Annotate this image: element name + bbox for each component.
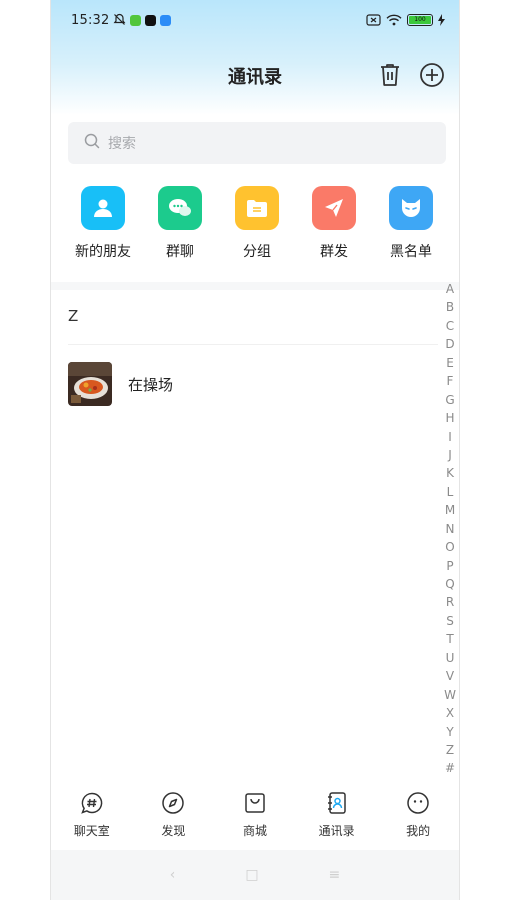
system-back-button[interactable]: ‹	[170, 867, 176, 883]
tiktok-notification-icon	[145, 14, 157, 26]
shopping-bag-icon	[243, 791, 267, 815]
paper-plane-icon	[312, 186, 356, 230]
system-menu-button[interactable]: ≡	[329, 867, 341, 883]
contact-item[interactable]: 在操场	[68, 361, 428, 407]
index-letter[interactable]: G	[445, 391, 454, 409]
index-letter[interactable]: C	[446, 317, 454, 335]
index-letter[interactable]: W	[444, 686, 456, 704]
phone-screen: 15:32 100 通讯录 搜索 新的朋友 群聊 分组 群发 黑名单 Z 在操场…	[50, 0, 460, 900]
index-letter[interactable]: L	[447, 483, 454, 501]
index-letter[interactable]: Y	[446, 723, 453, 741]
qa-label: 分组	[243, 244, 271, 260]
group-chat-button[interactable]: 群聊	[142, 186, 218, 261]
index-letter[interactable]: P	[446, 557, 453, 575]
section-divider	[51, 282, 459, 290]
compass-icon	[161, 791, 185, 815]
trash-icon	[381, 64, 399, 86]
index-letter[interactable]: B	[446, 298, 454, 316]
bottom-tab-bar: 聊天室 发现 商城 通讯录 我的	[51, 783, 459, 847]
index-letter[interactable]: H	[445, 409, 454, 427]
system-navigation: ‹ □ ≡	[51, 850, 459, 900]
status-left: 15:32	[71, 11, 172, 30]
delete-button[interactable]	[377, 62, 403, 88]
blocked-face-icon	[389, 186, 433, 230]
alphabet-index[interactable]: A B C D E F G H I J K L M N O P Q R S T …	[441, 280, 459, 778]
page-title: 通讯录	[228, 67, 282, 88]
index-letter[interactable]: #	[445, 759, 455, 777]
index-letter[interactable]: N	[446, 520, 455, 538]
person-icon	[81, 186, 125, 230]
battery-indicator: 100	[407, 14, 433, 26]
app-notification-icon	[130, 14, 142, 26]
groups-button[interactable]: 分组	[219, 186, 295, 261]
broadcast-button[interactable]: 群发	[296, 186, 372, 261]
header: 通讯录	[51, 58, 459, 94]
wifi-icon	[386, 11, 402, 30]
index-letter[interactable]: R	[446, 593, 454, 611]
index-letter[interactable]: T	[446, 630, 453, 648]
tab-label: 通讯录	[318, 824, 355, 838]
folder-icon	[235, 186, 279, 230]
blacklist-button[interactable]: 黑名单	[373, 186, 449, 261]
tab-contacts[interactable]: 通讯录	[296, 783, 378, 847]
index-letter[interactable]: J	[448, 446, 452, 464]
index-letter[interactable]: U	[446, 649, 455, 667]
qa-label: 黑名单	[390, 244, 432, 260]
battery-level: 100	[409, 16, 431, 24]
section-line	[68, 344, 438, 345]
message-notification-icon	[160, 14, 172, 26]
index-letter[interactable]: I	[448, 428, 452, 446]
tab-label: 发现	[161, 824, 186, 838]
qa-label: 群聊	[166, 244, 194, 260]
section-header: Z	[68, 307, 79, 325]
contacts-book-icon	[325, 791, 349, 815]
search-input[interactable]: 搜索	[108, 133, 136, 153]
index-letter[interactable]: X	[446, 704, 454, 722]
index-letter[interactable]: E	[446, 354, 454, 372]
index-letter[interactable]: Z	[446, 741, 454, 759]
tab-discover[interactable]: 发现	[133, 783, 215, 847]
quick-actions: 新的朋友 群聊 分组 群发 黑名单	[65, 186, 449, 261]
tab-me[interactable]: 我的	[377, 783, 459, 847]
status-bar: 15:32 100	[51, 8, 459, 32]
mute-bell-icon	[113, 11, 126, 30]
index-letter[interactable]: O	[445, 538, 454, 556]
search-bar[interactable]: 搜索	[68, 122, 446, 164]
index-letter[interactable]: D	[445, 335, 454, 353]
index-letter[interactable]: K	[446, 464, 454, 482]
tab-label: 聊天室	[73, 824, 110, 838]
smiley-icon	[406, 791, 430, 815]
avatar	[68, 362, 112, 406]
no-sim-icon	[366, 11, 381, 30]
status-time: 15:32	[71, 12, 110, 28]
index-letter[interactable]: F	[447, 372, 454, 390]
chat-bubble-icon	[158, 186, 202, 230]
index-letter[interactable]: A	[446, 280, 454, 298]
qa-label: 群发	[320, 244, 348, 260]
tab-label: 我的	[406, 824, 431, 838]
header-actions	[377, 62, 445, 88]
hash-chat-icon	[80, 791, 104, 815]
index-letter[interactable]: Q	[445, 575, 454, 593]
status-right: 100	[366, 11, 445, 30]
index-letter[interactable]: S	[446, 612, 454, 630]
tab-mall[interactable]: 商城	[214, 783, 296, 847]
search-icon	[84, 133, 100, 153]
plus-circle-icon	[420, 63, 444, 87]
index-letter[interactable]: V	[446, 667, 454, 685]
contact-name: 在操场	[128, 375, 174, 394]
new-friends-button[interactable]: 新的朋友	[65, 186, 141, 261]
tab-chat-room[interactable]: 聊天室	[51, 783, 133, 847]
tab-label: 商城	[242, 824, 267, 838]
charging-icon	[438, 11, 445, 30]
index-letter[interactable]: M	[445, 501, 455, 519]
qa-label: 新的朋友	[75, 244, 131, 260]
add-contact-button[interactable]	[419, 62, 445, 88]
system-home-button[interactable]: □	[245, 867, 258, 883]
